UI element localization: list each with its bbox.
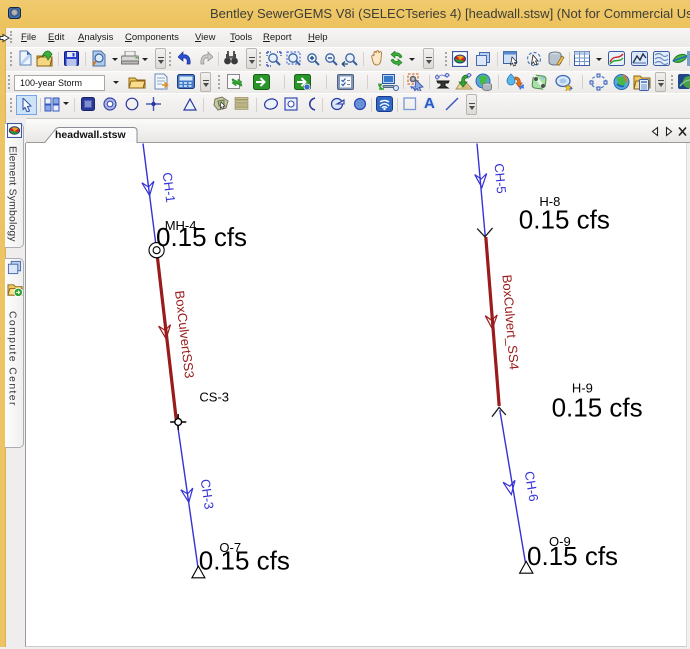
svg-text:0.15 cfs: 0.15 cfs (552, 392, 643, 422)
svg-text:CS-3: CS-3 (199, 390, 229, 405)
svg-text:0.15 cfs: 0.15 cfs (519, 204, 610, 234)
svg-text:BoxCulvert_SS4: BoxCulvert_SS4 (499, 274, 521, 370)
svg-text:CH-5: CH-5 (491, 163, 509, 195)
svg-text:CH-6: CH-6 (522, 470, 542, 502)
svg-text:0.15 cfs: 0.15 cfs (527, 541, 618, 571)
svg-text:CH-1: CH-1 (160, 171, 179, 203)
svg-text:0.15 cfs: 0.15 cfs (156, 222, 247, 252)
svg-text:CH-3: CH-3 (198, 478, 217, 510)
svg-text:BoxCulvertSS3: BoxCulvertSS3 (172, 290, 197, 379)
svg-text:0.15 cfs: 0.15 cfs (199, 546, 290, 576)
